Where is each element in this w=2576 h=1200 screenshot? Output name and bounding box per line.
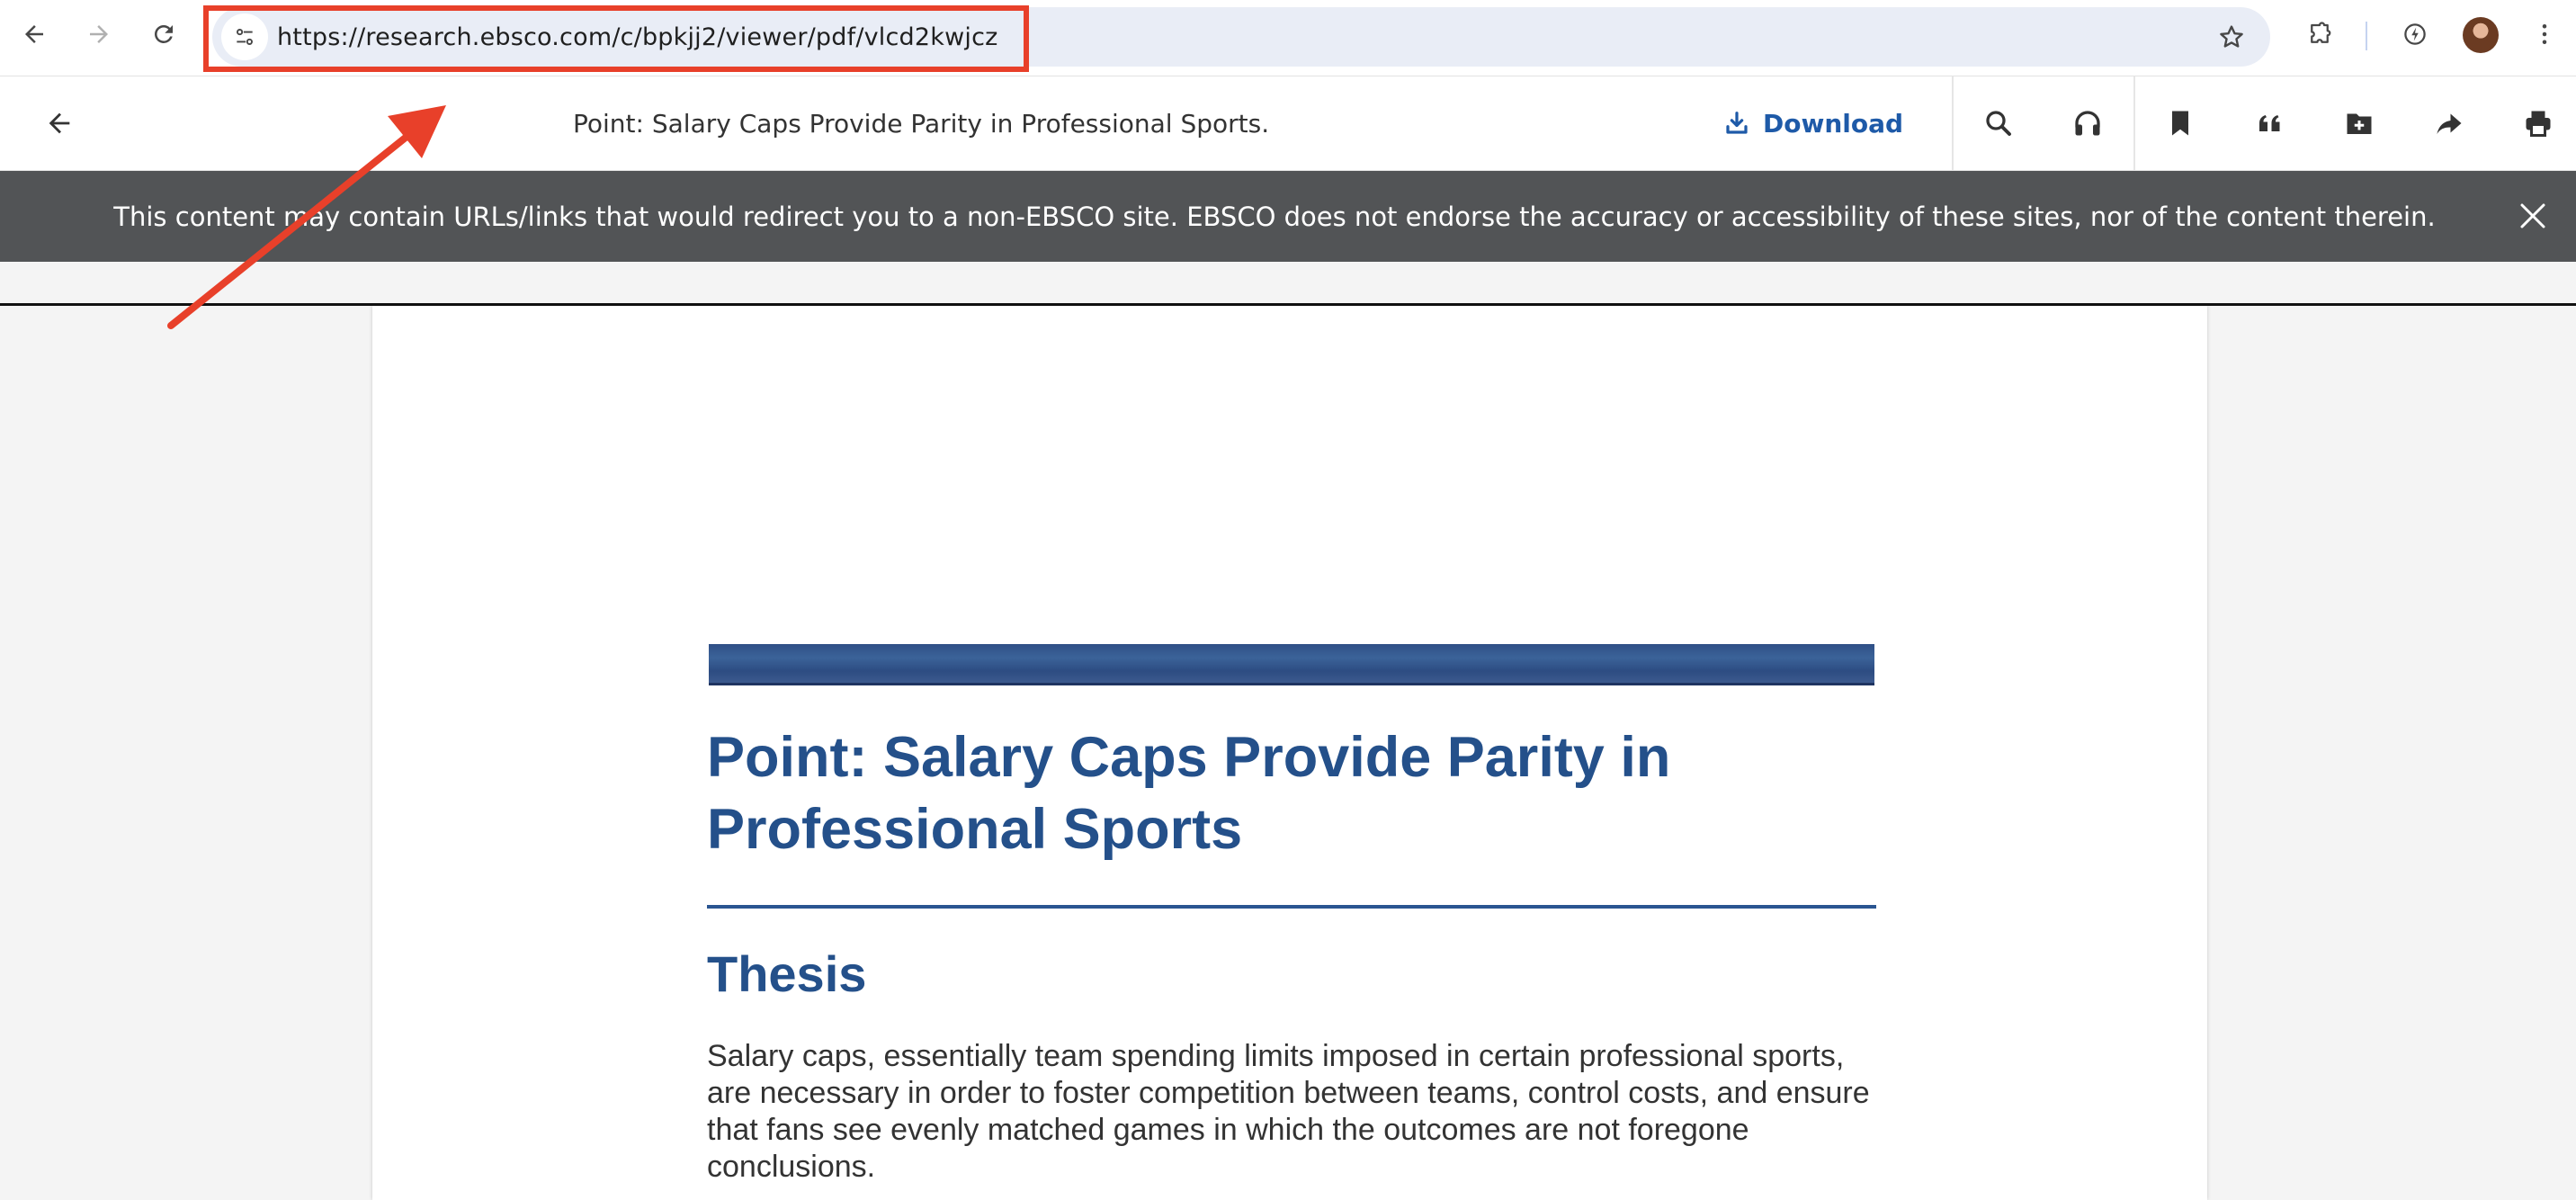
viewer-document-title: Point: Salary Caps Provide Parity in Pro… xyxy=(573,109,1270,139)
bookmark-star-icon xyxy=(2220,25,2243,48)
print-button[interactable] xyxy=(2518,103,2558,143)
reload-icon xyxy=(155,25,173,43)
title-rule xyxy=(707,905,1876,909)
extensions-button[interactable] xyxy=(2298,13,2341,56)
thesis-paragraph: Salary caps, essentially team spending l… xyxy=(707,1039,1870,1184)
viewer-toolbar: Point: Salary Caps Provide Parity in Pro… xyxy=(0,76,2576,171)
forward-arrow-icon xyxy=(90,25,108,43)
listen-headphones-icon xyxy=(2075,111,2100,136)
notice-text: This content may contain URLs/links that… xyxy=(113,201,2436,232)
profile-avatar[interactable] xyxy=(2463,17,2499,53)
cite-quote-icon xyxy=(2259,115,2280,131)
download-icon xyxy=(1726,112,1748,134)
document-header-bar xyxy=(709,644,1874,685)
url-highlight-box xyxy=(203,5,1029,72)
back-arrow-icon xyxy=(25,25,43,43)
add-to-folder-icon xyxy=(2347,113,2372,134)
bookmark-star-button[interactable] xyxy=(2211,16,2252,58)
extensions-puzzle-icon xyxy=(2311,22,2331,43)
browser-back-button[interactable] xyxy=(13,13,56,56)
browser-menu-button[interactable] xyxy=(2523,13,2566,56)
back-arrow-icon xyxy=(49,112,70,134)
bookmark-button[interactable] xyxy=(2160,103,2200,143)
close-icon xyxy=(2520,203,2545,228)
more-vert-icon xyxy=(2542,24,2547,44)
notice-close-button[interactable] xyxy=(2513,196,2553,236)
toolbar-divider xyxy=(1952,76,1954,170)
listen-button[interactable] xyxy=(2068,103,2107,143)
bookmark-icon xyxy=(2172,111,2188,136)
print-icon xyxy=(2526,111,2551,137)
download-button[interactable]: Download xyxy=(1723,107,1903,139)
search-button[interactable] xyxy=(1979,103,2018,143)
toolbar-separator xyxy=(2366,22,2367,50)
cite-button[interactable] xyxy=(2250,103,2290,143)
search-icon xyxy=(1986,111,2011,136)
download-label: Download xyxy=(1763,108,1904,139)
add-to-folder-button[interactable] xyxy=(2339,103,2379,143)
share-button[interactable] xyxy=(2429,103,2469,143)
external-links-notice: This content may contain URLs/links that… xyxy=(0,171,2576,262)
browser-toolbar: https://research.ebsco.com/c/bpkjj2/view… xyxy=(0,0,2576,76)
performance-button[interactable] xyxy=(2393,13,2437,56)
article-title: Point: Salary Caps Provide Parity in Pro… xyxy=(707,726,1671,861)
toolbar-divider xyxy=(2133,76,2135,170)
browser-forward-button[interactable] xyxy=(77,13,121,56)
section-heading: Thesis xyxy=(707,945,867,1002)
share-icon xyxy=(2437,113,2462,134)
performance-icon xyxy=(2404,23,2426,45)
viewer-back-button[interactable] xyxy=(40,103,79,143)
browser-reload-button[interactable] xyxy=(142,13,185,56)
pdf-page: Point: Salary Caps Provide Parity in Pro… xyxy=(372,306,2207,1200)
